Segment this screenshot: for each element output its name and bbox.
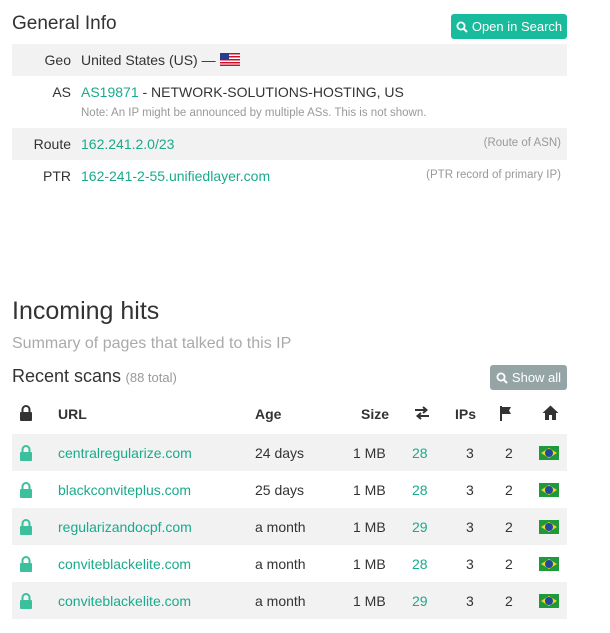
scan-url-link[interactable]: conviteblackelite.com <box>58 556 191 572</box>
scan-countries: 2 <box>505 445 513 461</box>
brazil-flag-icon <box>539 594 559 608</box>
scan-url-link[interactable]: centralregularize.com <box>58 445 192 461</box>
geo-country: United States (US) — <box>81 52 216 68</box>
route-row: Route 162.241.2.0/23 (Route of ASN) <box>12 128 567 160</box>
as-name: - NETWORK-SOLUTIONS-HOSTING, US <box>138 84 404 100</box>
lock-icon <box>20 405 32 421</box>
geo-label: Geo <box>44 52 71 68</box>
scan-url-link[interactable]: blackconviteplus.com <box>58 482 191 498</box>
open-in-search-button[interactable]: Open in Search <box>451 14 567 39</box>
transfer-icon <box>415 406 429 420</box>
as-number-link[interactable]: AS19871 <box>81 84 139 100</box>
lock-icon <box>20 593 32 609</box>
table-row: centralregularize.com 24 days 1 MB 28 3 … <box>12 434 567 471</box>
scan-ips: 3 <box>466 593 474 609</box>
brazil-flag-icon <box>539 520 559 534</box>
table-row: regularizandocpf.com a month 1 MB 29 3 2 <box>12 508 567 545</box>
flag-icon <box>500 406 511 421</box>
table-row: conviteblackelite.com a month 1 MB 29 3 … <box>12 582 567 619</box>
scan-age: a month <box>255 519 306 535</box>
ptr-row: PTR 162-241-2-55.unifiedlayer.com (PTR r… <box>12 160 567 192</box>
lock-icon <box>20 445 32 461</box>
route-link[interactable]: 162.241.2.0/23 <box>81 136 174 152</box>
scan-requests: 28 <box>412 482 428 498</box>
brazil-flag-icon <box>539 483 559 497</box>
home-icon <box>542 405 559 420</box>
scan-requests: 29 <box>412 519 428 535</box>
lock-icon <box>20 519 32 535</box>
scan-size: 1 MB <box>353 556 386 572</box>
scan-size: 1 MB <box>353 445 386 461</box>
show-all-label: Show all <box>511 370 562 385</box>
general-info-title: General Info <box>12 13 117 34</box>
scan-age: 25 days <box>255 482 305 498</box>
geo-row: Geo United States (US) — <box>12 44 567 76</box>
scan-ips: 3 <box>466 482 474 498</box>
geo-value: United States (US) — <box>81 52 240 68</box>
scan-url-link[interactable]: regularizandocpf.com <box>58 519 192 535</box>
scan-countries: 2 <box>505 593 513 609</box>
as-row: AS AS19871 - NETWORK-SOLUTIONS-HOSTING, … <box>12 76 567 128</box>
scan-ips: 3 <box>466 519 474 535</box>
route-hint: (Route of ASN) <box>483 137 561 149</box>
brazil-flag-icon <box>539 557 559 571</box>
ptr-link[interactable]: 162-241-2-55.unifiedlayer.com <box>81 168 270 184</box>
scan-ips: 3 <box>466 445 474 461</box>
us-flag-icon <box>219 53 240 66</box>
open-in-search-label: Open in Search <box>471 19 563 34</box>
scan-size: 1 MB <box>353 482 386 498</box>
scan-age: 24 days <box>255 445 305 461</box>
recent-scans-heading: Recent scans (88 total) <box>12 366 177 387</box>
recent-scans-count: (88 total) <box>125 370 177 385</box>
scan-age: a month <box>255 593 306 609</box>
scan-countries: 2 <box>505 482 513 498</box>
scan-countries: 2 <box>505 519 513 535</box>
route-label: Route <box>33 136 71 152</box>
as-label: AS <box>52 84 71 100</box>
as-value: AS19871 - NETWORK-SOLUTIONS-HOSTING, US <box>81 84 404 100</box>
search-icon <box>456 21 468 33</box>
table-row: conviteblackelite.com a month 1 MB 28 3 … <box>12 545 567 582</box>
ptr-label: PTR <box>43 168 71 184</box>
scan-age: a month <box>255 556 306 572</box>
scan-requests: 28 <box>412 556 428 572</box>
header-url: URL <box>58 406 87 422</box>
lock-icon <box>20 556 32 572</box>
scan-size: 1 MB <box>353 593 386 609</box>
header-ips: IPs <box>455 406 477 422</box>
incoming-hits-subtitle: Summary of pages that talked to this IP <box>12 335 292 352</box>
as-note: Note: An IP might be announced by multip… <box>81 107 427 119</box>
scans-table-header: URL Age Size IPs <box>12 396 567 432</box>
table-row: blackconviteplus.com 25 days 1 MB 28 3 2 <box>12 471 567 508</box>
scan-requests: 28 <box>412 445 428 461</box>
scan-requests: 29 <box>412 593 428 609</box>
header-size: Size <box>361 406 390 422</box>
search-icon <box>496 372 508 384</box>
ptr-hint: (PTR record of primary IP) <box>426 169 561 181</box>
recent-scans-title: Recent scans <box>12 366 122 386</box>
header-age: Age <box>255 406 282 422</box>
scan-countries: 2 <box>505 556 513 572</box>
incoming-hits-title: Incoming hits <box>12 297 160 325</box>
lock-icon <box>20 482 32 498</box>
scan-ips: 3 <box>466 556 474 572</box>
scan-size: 1 MB <box>353 519 386 535</box>
show-all-button[interactable]: Show all <box>490 365 567 390</box>
brazil-flag-icon <box>539 446 559 460</box>
scan-url-link[interactable]: conviteblackelite.com <box>58 593 191 609</box>
